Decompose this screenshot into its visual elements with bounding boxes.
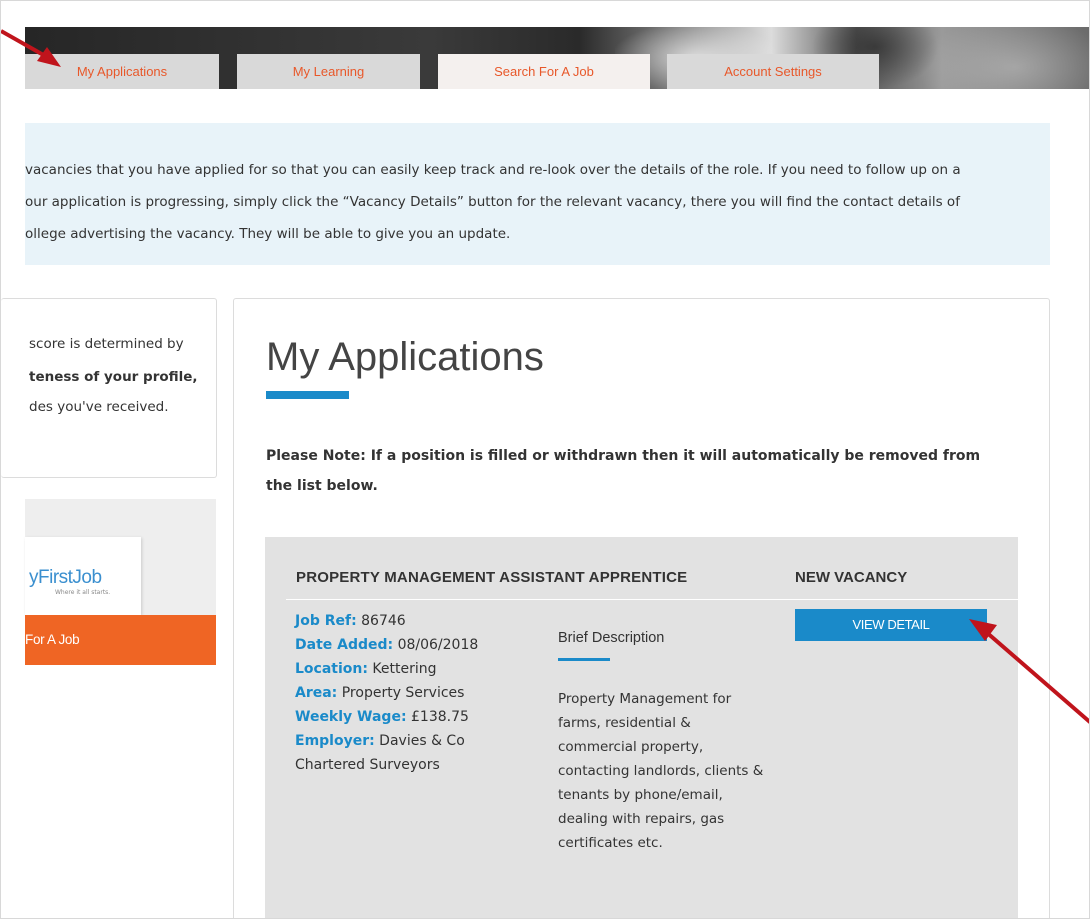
vacancy-status: NEW VACANCY — [795, 569, 908, 586]
search-for-a-job-button[interactable]: For A Job — [25, 615, 216, 665]
employer-field-line2: Chartered Surveyors — [295, 757, 440, 773]
brief-line: certificates etc. — [558, 835, 663, 851]
info-line: our application is progressing, simply c… — [25, 194, 960, 210]
info-banner: vacancies that you have applied for so t… — [25, 123, 1050, 265]
tab-label: My Applications — [76, 64, 168, 79]
brief-line: contacting landlords, clients & — [558, 763, 764, 779]
browser-frame: My Applications My Learning Search For A… — [0, 0, 1090, 919]
tab-label: My Learning — [292, 64, 365, 79]
brief-line: dealing with repairs, gas — [558, 811, 725, 827]
tab-search-for-a-job[interactable]: Search For A Job — [438, 54, 650, 89]
employer-field: Employer: Davies & Co — [295, 733, 465, 749]
brief-underline — [558, 658, 610, 661]
date-added-field: Date Added: 08/06/2018 — [295, 637, 479, 653]
score-text-3: des you've received. — [29, 399, 169, 415]
brief-description-heading: Brief Description — [558, 630, 665, 646]
promo-logo-tile: yFirstJob Where it all starts. — [25, 537, 141, 615]
title-underline — [266, 391, 349, 399]
score-text-1: score is determined by — [29, 336, 184, 352]
brief-line: commercial property, — [558, 739, 704, 755]
weekly-wage-field: Weekly Wage: £138.75 — [295, 709, 469, 725]
job-ref-field: Job Ref: 86746 — [295, 613, 406, 629]
tab-my-learning[interactable]: My Learning — [237, 54, 420, 89]
area-field: Area: Property Services — [295, 685, 465, 701]
profile-score-card — [1, 298, 217, 478]
divider — [286, 599, 1023, 600]
tab-account-settings[interactable]: Account Settings — [667, 54, 879, 89]
promo-button-label: For A Job — [25, 632, 80, 647]
location-field: Location: Kettering — [295, 661, 437, 677]
score-text-2: teness of your profile, — [29, 369, 198, 385]
job-title: PROPERTY MANAGEMENT ASSISTANT APPRENTICE — [296, 569, 688, 586]
tab-label: Search For A Job — [494, 64, 594, 79]
tab-my-applications[interactable]: My Applications — [25, 54, 219, 89]
brief-line: Property Management for — [558, 691, 732, 707]
myfirstjob-logo: yFirstJob — [29, 567, 102, 588]
brief-line: tenants by phone/email, — [558, 787, 723, 803]
promo-tagline: Where it all starts. — [55, 589, 111, 596]
tab-label: Account Settings — [724, 64, 822, 79]
page-title: My Applications — [266, 335, 544, 379]
view-detail-button[interactable]: VIEW DETAIL — [795, 609, 987, 641]
info-line: ollege advertising the vacancy. They wil… — [25, 226, 511, 242]
brief-line: farms, residential & — [558, 715, 691, 731]
removal-note: Please Note: If a position is filled or … — [266, 448, 981, 494]
info-line: vacancies that you have applied for so t… — [25, 162, 961, 178]
myfirstjob-promo: yFirstJob Where it all starts. — [25, 499, 216, 617]
view-detail-label: VIEW DETAIL — [852, 617, 930, 632]
